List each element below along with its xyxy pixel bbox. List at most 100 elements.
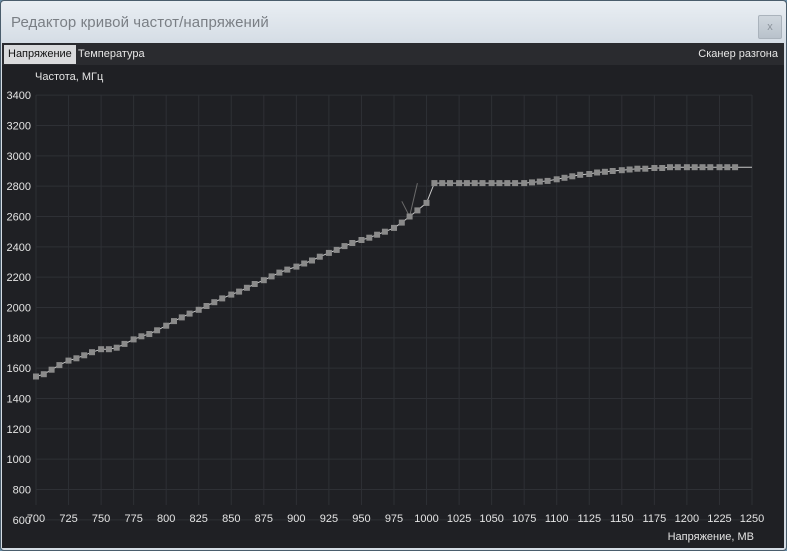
curve-point[interactable] xyxy=(138,333,145,340)
curve-point[interactable] xyxy=(65,357,72,364)
title-bar[interactable]: Редактор кривой частот/напряжений x xyxy=(1,1,786,43)
curve-point[interactable] xyxy=(325,249,332,256)
curve-point[interactable] xyxy=(333,246,340,253)
curve-point[interactable] xyxy=(521,180,528,187)
curve-point[interactable] xyxy=(561,174,568,181)
x-tick-label: 750 xyxy=(92,513,110,525)
curve-point[interactable] xyxy=(618,167,625,174)
curve-point[interactable] xyxy=(260,277,267,284)
curve-point[interactable] xyxy=(33,373,39,380)
curve-point[interactable] xyxy=(195,306,202,313)
curve-point[interactable] xyxy=(691,164,698,171)
curve-point[interactable] xyxy=(219,295,226,302)
tab-voltage[interactable]: Напряжение xyxy=(4,45,76,64)
curve-point[interactable] xyxy=(439,180,446,187)
curve-point[interactable] xyxy=(236,288,243,295)
y-tick-label: 2800 xyxy=(7,181,31,193)
curve-point[interactable] xyxy=(56,362,63,369)
curve-point[interactable] xyxy=(732,164,739,171)
curve-point[interactable] xyxy=(186,310,193,317)
curve-point[interactable] xyxy=(471,180,478,187)
curve-point[interactable] xyxy=(178,314,185,321)
curve-point[interactable] xyxy=(284,266,291,273)
curve-point[interactable] xyxy=(536,178,543,185)
curve-point[interactable] xyxy=(203,303,210,309)
y-tick-label: 1200 xyxy=(7,424,31,436)
curve-point[interactable] xyxy=(553,176,560,183)
curve-point[interactable] xyxy=(601,168,608,175)
curve-point[interactable] xyxy=(504,180,511,187)
x-tick-label: 1025 xyxy=(447,513,471,525)
x-tick-label: 825 xyxy=(190,513,208,525)
curve-point[interactable] xyxy=(316,253,323,260)
curve-point[interactable] xyxy=(293,263,300,270)
curve-point[interactable] xyxy=(586,171,593,177)
curve-point[interactable] xyxy=(130,336,137,343)
curve-point[interactable] xyxy=(529,179,535,186)
curve-point[interactable] xyxy=(569,173,576,180)
curve-point[interactable] xyxy=(707,164,714,171)
curve-point[interactable] xyxy=(171,318,177,325)
curve-point[interactable] xyxy=(341,243,348,250)
curve-point[interactable] xyxy=(626,166,633,173)
curve-point[interactable] xyxy=(243,284,250,291)
curve-point[interactable] xyxy=(228,291,235,298)
curve-point[interactable] xyxy=(699,164,706,171)
curve-point[interactable] xyxy=(414,207,421,214)
window-title: Редактор кривой частот/напряжений xyxy=(11,14,269,31)
curve-point[interactable] xyxy=(268,273,275,280)
curve-point[interactable] xyxy=(609,168,616,174)
vf-curve-chart[interactable]: 6008001000120014001600180020002200240026… xyxy=(2,65,784,548)
curve-point[interactable] xyxy=(81,352,88,359)
curve-point[interactable] xyxy=(121,340,128,347)
curve-point[interactable] xyxy=(594,169,601,176)
curve-point[interactable] xyxy=(431,180,438,187)
curve-point[interactable] xyxy=(301,260,308,267)
curve-point[interactable] xyxy=(642,165,649,172)
x-tick-label: 875 xyxy=(255,513,273,525)
curve-point[interactable] xyxy=(48,366,55,373)
oc-scanner-button[interactable]: Сканер разгона xyxy=(694,45,782,64)
curve-point[interactable] xyxy=(146,331,153,337)
curve-point[interactable] xyxy=(674,164,681,171)
curve-point[interactable] xyxy=(398,219,405,226)
curve-point[interactable] xyxy=(659,165,666,171)
curve-point[interactable] xyxy=(309,257,315,264)
curve-point[interactable] xyxy=(456,180,463,187)
curve-point[interactable] xyxy=(423,199,430,206)
curve-point[interactable] xyxy=(667,164,673,171)
curve-point[interactable] xyxy=(488,180,495,187)
curve-point[interactable] xyxy=(211,299,218,306)
curve-point[interactable] xyxy=(40,371,47,378)
curve-point[interactable] xyxy=(349,240,356,246)
curve-point[interactable] xyxy=(374,231,381,238)
curve-point[interactable] xyxy=(276,269,283,276)
curve-point[interactable] xyxy=(496,180,503,187)
curve-point[interactable] xyxy=(366,234,373,241)
curve-point[interactable] xyxy=(154,327,161,334)
curve-point[interactable] xyxy=(73,355,80,362)
curve-point[interactable] xyxy=(724,164,731,171)
curve-point[interactable] xyxy=(577,171,584,178)
curve-point[interactable] xyxy=(651,165,658,171)
curve-point[interactable] xyxy=(89,349,95,356)
curve-point[interactable] xyxy=(406,213,413,220)
curve-point[interactable] xyxy=(683,164,690,171)
close-button[interactable]: x xyxy=(758,15,782,39)
curve-point[interactable] xyxy=(634,165,641,172)
curve-point[interactable] xyxy=(98,346,105,353)
curve-point[interactable] xyxy=(113,344,120,351)
curve-point[interactable] xyxy=(716,164,723,171)
curve-point[interactable] xyxy=(251,281,258,287)
curve-point[interactable] xyxy=(105,346,112,353)
tab-temperature[interactable]: Температура xyxy=(74,45,149,64)
curve-point[interactable] xyxy=(479,180,486,187)
curve-point[interactable] xyxy=(512,180,519,187)
curve-point[interactable] xyxy=(463,180,470,187)
curve-point[interactable] xyxy=(381,228,388,235)
curve-point[interactable] xyxy=(163,322,170,329)
curve-point[interactable] xyxy=(358,237,365,243)
curve-point[interactable] xyxy=(391,224,397,231)
curve-point[interactable] xyxy=(447,180,453,187)
curve-point[interactable] xyxy=(544,177,551,184)
